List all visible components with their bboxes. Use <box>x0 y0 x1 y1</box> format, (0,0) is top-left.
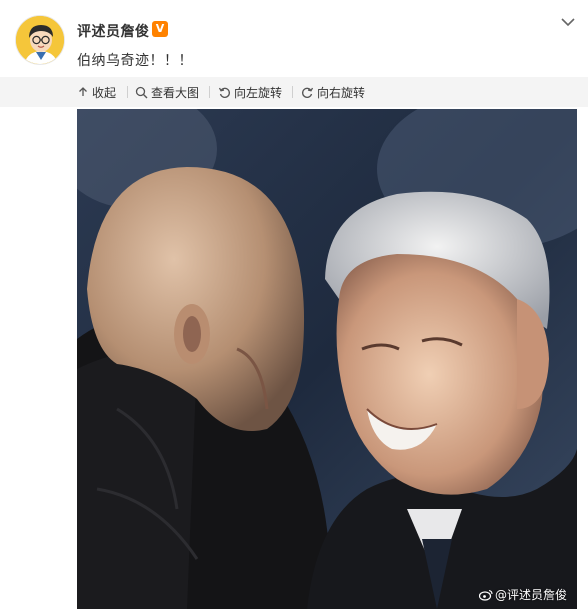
rotate-right-button[interactable]: 向右旋转 <box>301 84 365 100</box>
rotate-left-label: 向左旋转 <box>234 85 283 100</box>
avatar[interactable] <box>15 15 65 65</box>
weibo-logo-icon <box>478 589 493 601</box>
watermark-text: @评述员詹俊 <box>494 588 567 602</box>
rotate-right-icon <box>302 87 314 98</box>
toolbar-divider <box>209 86 210 98</box>
toolbar-divider <box>127 86 128 98</box>
verified-badge-icon: V <box>152 21 168 37</box>
rotate-left-button[interactable]: 向左旋转 <box>218 84 282 100</box>
toolbar-divider <box>292 86 293 98</box>
search-icon <box>135 86 148 98</box>
collapse-button[interactable]: 收起 <box>77 84 116 100</box>
collapse-label: 收起 <box>92 85 117 100</box>
photo-watermark: @评述员詹俊 <box>478 586 567 603</box>
chevron-down-icon[interactable] <box>558 14 578 30</box>
photo-two-men-embracing <box>77 109 577 609</box>
image-toolbar: 收起 查看大图 向左旋转 向右旋转 <box>0 77 588 107</box>
collapse-icon <box>79 87 87 96</box>
view-large-button[interactable]: 查看大图 <box>135 84 199 100</box>
weibo-post: 评述员詹俊 V 伯纳乌奇迹！！！ 收起 查看大图 向左旋转 向右旋转 @评述员詹… <box>0 0 588 614</box>
author-name[interactable]: 评述员詹俊 <box>77 21 150 41</box>
rotate-left-icon <box>218 87 230 98</box>
post-text: 伯纳乌奇迹！！！ <box>77 53 193 69</box>
cartoon-avatar-icon <box>16 16 64 64</box>
post-photo[interactable]: @评述员詹俊 <box>77 109 577 609</box>
view-large-label: 查看大图 <box>151 85 200 100</box>
rotate-right-label: 向右旋转 <box>317 85 366 100</box>
